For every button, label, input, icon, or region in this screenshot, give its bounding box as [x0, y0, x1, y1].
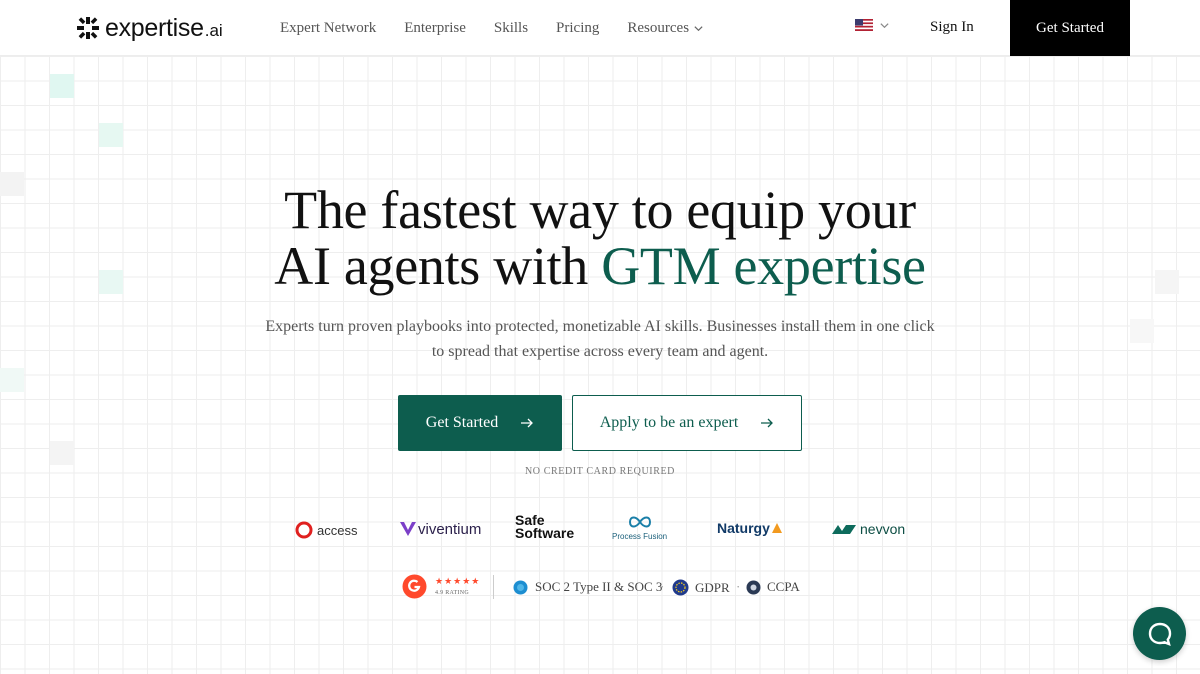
infinity-icon: [628, 516, 651, 528]
main-nav: Expert Network Enterprise Skills Pricing…: [280, 0, 732, 56]
sign-in-link[interactable]: Sign In: [930, 19, 974, 36]
g2-rating-text: 4.9 RATING: [435, 589, 469, 596]
headline-accent: GTM expertise: [601, 236, 926, 296]
grid-tile: [50, 441, 74, 465]
gdpr-text: GDPR: [695, 579, 730, 595]
logo-naturgy: Naturgy: [717, 520, 784, 536]
no-credit-card-note: NO CREDIT CARD REQUIRED: [524, 466, 675, 477]
soc-badge: SOC 2 Type II & SOC 3: [513, 579, 662, 595]
get-started-nav-button[interactable]: Get Started: [1010, 0, 1130, 56]
trust-badges: ★★★★★ 4.9 RATING SOC 2 Type II & SOC 3 ·…: [0, 572, 1200, 602]
naturgy-mark-icon: [771, 523, 782, 533]
nav-resources-label: Resources: [627, 19, 690, 36]
ccpa-badge: CCPA: [746, 579, 800, 595]
nav-expert-network[interactable]: Expert Network: [280, 20, 376, 37]
g2-logo-icon: [402, 574, 427, 599]
logo-safe-line2: Software: [515, 525, 575, 541]
logo-process-fusion: Process Fusion: [612, 514, 667, 541]
ccpa-seal-icon: [746, 580, 761, 594]
chat-bubble-icon: [1148, 622, 1171, 646]
trust-dot: ·: [660, 579, 665, 594]
apply-expert-button[interactable]: Apply to be an expert: [572, 395, 802, 451]
apply-expert-label: Apply to be an expert: [599, 414, 739, 431]
grid-tile: [50, 74, 74, 98]
nav-enterprise[interactable]: Enterprise: [404, 20, 466, 37]
grid-tile: [0, 368, 24, 392]
g2-rating-block: ★★★★★ 4.9 RATING: [435, 576, 480, 598]
customer-logos: access viventium Safe Software Process F…: [0, 510, 1200, 550]
logo-access: access: [294, 520, 357, 540]
logo-access-text: access: [317, 522, 358, 538]
brand-suffix: .ai: [204, 20, 223, 40]
chevron-down-icon: [694, 25, 703, 31]
chat-widget-button[interactable]: [1133, 607, 1186, 660]
hero-subtitle: Experts turn proven playbooks into prote…: [0, 314, 1200, 364]
trust-divider: [493, 575, 494, 599]
brand-name: expertise: [105, 13, 204, 42]
hero-headline: The fastest way to equip your AI agents …: [0, 182, 1200, 294]
nav-skills[interactable]: Skills: [494, 20, 528, 37]
nevvon-mark-icon: [832, 525, 856, 534]
g2-stars: ★★★★★: [435, 575, 481, 586]
logo-nevvon-text: nevvon: [860, 521, 906, 537]
soc-globe-icon: [513, 580, 528, 594]
trust-dot: ·: [736, 579, 741, 594]
ccpa-text: CCPA: [767, 579, 800, 594]
brand-logo[interactable]: expertise .ai: [76, 14, 223, 42]
arrow-right-icon: [761, 418, 774, 428]
viventium-v-icon: [400, 522, 416, 536]
logo-viventium: viventium: [399, 520, 481, 538]
logo-process-fusion-text: Process Fusion: [612, 532, 668, 541]
get-started-button[interactable]: Get Started: [398, 395, 562, 451]
logo-nevvon: nevvon: [832, 521, 905, 537]
chevron-down-icon: [880, 22, 889, 28]
top-navbar: expertise .ai Expert Network Enterprise …: [0, 0, 1200, 56]
subtitle-line-1: Experts turn proven playbooks into prote…: [265, 318, 935, 335]
access-ring-icon: [295, 521, 313, 539]
us-flag-icon: [855, 19, 873, 31]
soc-text: SOC 2 Type II & SOC 3: [535, 579, 663, 594]
language-selector[interactable]: [855, 19, 890, 31]
headline-line-2: AI agents with: [274, 236, 602, 296]
grid-tile: [99, 123, 123, 147]
eu-stars-icon: [672, 579, 689, 596]
logo-naturgy-text: Naturgy: [717, 520, 770, 536]
get-started-label: Get Started: [425, 414, 499, 431]
hero-cta-row: Get Started Apply to be an expert: [398, 395, 802, 451]
subtitle-line-2: to spread that expertise across every te…: [431, 343, 769, 360]
nav-resources[interactable]: Resources: [627, 20, 704, 37]
gdpr-badge: GDPR: [672, 579, 730, 596]
headline-line-1: The fastest way to equip your: [284, 180, 916, 240]
asterisk-logo-icon: [77, 17, 99, 39]
logo-viventium-text: viventium: [418, 520, 482, 538]
arrow-right-icon: [521, 418, 534, 428]
nav-pricing[interactable]: Pricing: [556, 20, 599, 37]
logo-safe-software: Safe Software: [515, 513, 575, 541]
g2-badge: ★★★★★ 4.9 RATING: [402, 574, 480, 599]
hero-section: The fastest way to equip your AI agents …: [0, 182, 1200, 364]
